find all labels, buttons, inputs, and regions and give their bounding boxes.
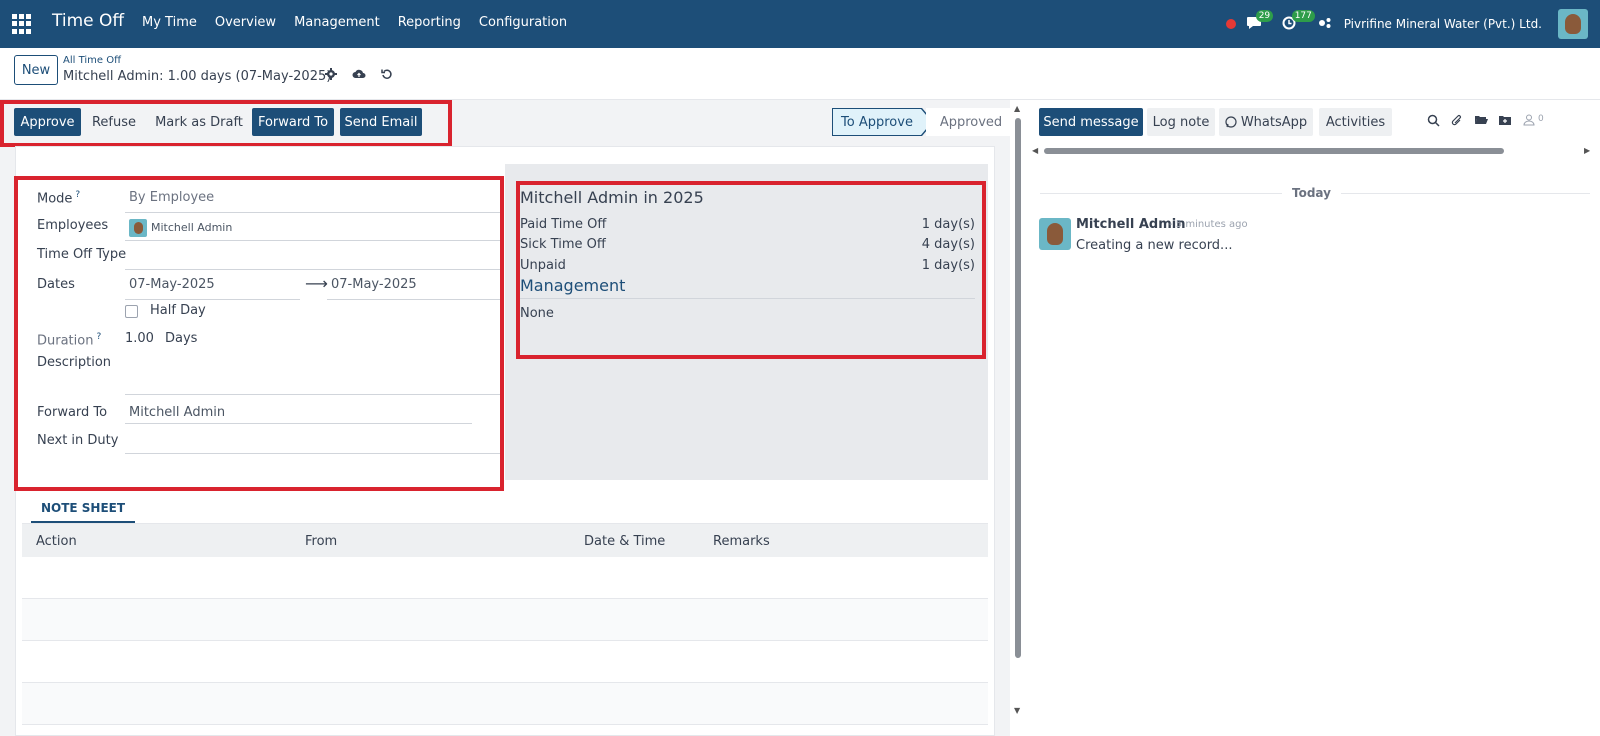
cloud-save-icon[interactable] [352,68,366,82]
messages-badge: 29 [1255,10,1274,22]
col-action[interactable]: Action [36,534,77,549]
note-sheet-header: Action From Date & Time Remarks [22,523,988,557]
col-from[interactable]: From [305,534,337,549]
search-icon[interactable] [1426,114,1440,128]
control-panel: New All Time Off Mitchell Admin: 1.00 da… [0,48,1600,100]
menu-management[interactable]: Management [294,15,380,30]
highlight-box-fields [14,176,504,491]
menu-reporting[interactable]: Reporting [398,15,461,30]
allocation-summary: Mitchell Admin in 2025 Paid Time Off 1 da… [505,164,988,480]
followers-user-icon[interactable] [1522,114,1536,128]
gear-icon[interactable] [324,68,338,82]
paperclip-icon[interactable] [1450,114,1464,128]
record-actions [324,68,408,82]
scroll-right-icon[interactable]: ▶ [1584,146,1590,155]
breadcrumb-parent[interactable]: All Time Off [63,55,121,66]
scroll-up-icon[interactable]: ▲ [1014,104,1020,113]
table-row [22,641,988,683]
message-author-avatar[interactable] [1039,218,1071,250]
scrollbar-thumb[interactable] [1015,118,1021,658]
message-time: - 5 minutes ago [1169,219,1248,230]
status-dot-icon [1225,19,1236,29]
menu-overview[interactable]: Overview [215,15,276,30]
discard-undo-icon[interactable] [380,68,394,82]
hscroll-thumb[interactable] [1044,148,1504,154]
status-bar: Approve Refuse Mark as Draft Forward To … [0,100,1016,147]
user-avatar[interactable] [1558,9,1588,39]
breadcrumb-current: Mitchell Admin: 1.00 days (07-May-2025) [63,69,332,84]
company-name[interactable]: Pivrifine Mineral Water (Pvt.) Ltd. [1344,17,1542,31]
table-row [22,599,988,641]
whatsapp-button[interactable]: WhatsApp [1219,108,1313,136]
chatter-panel: Send message Log note WhatsApp Activitie… [1024,100,1600,736]
top-menu: My Time Overview Management Reporting Co… [142,15,585,30]
tab-note-sheet[interactable]: NOTE SHEET [31,496,135,523]
activities-button[interactable]: Activities [1319,108,1392,136]
followers-count: 0 [1538,114,1544,124]
activities-clock-icon[interactable]: 177 [1282,10,1315,32]
chatter-tools: 0 [1426,114,1544,128]
activities-badge: 177 [1291,10,1315,22]
message-body: Creating a new record... [1076,238,1233,253]
form-view: Approve Refuse Mark as Draft Forward To … [0,100,1016,736]
table-row [22,683,988,725]
date-separator-label: Today [1282,186,1341,200]
top-navbar: Time Off My Time Overview Management Rep… [0,0,1600,48]
messages-icon[interactable]: 29 [1246,10,1274,32]
chatter-hscrollbar[interactable]: ◀ ▶ [1032,146,1590,156]
stage-approved[interactable]: Approved [926,108,1016,136]
company-switch-icon[interactable] [1318,17,1334,31]
scroll-left-icon[interactable]: ◀ [1032,146,1038,155]
new-button[interactable]: New [14,55,58,85]
table-row [22,557,988,599]
app-title[interactable]: Time Off [52,11,124,31]
log-note-button[interactable]: Log note [1147,108,1215,136]
form-scrollbar[interactable]: ▲ ▼ [1013,102,1023,736]
apps-grid-icon[interactable] [12,14,32,34]
highlight-box-actions [0,100,452,147]
folder-plus-icon[interactable] [1498,114,1512,128]
systray: 29 177 Pivrifine Mineral Water (Pvt.) Lt… [1225,0,1600,48]
folder-open-icon[interactable] [1474,114,1488,128]
scroll-down-icon[interactable]: ▼ [1014,706,1020,715]
send-message-button[interactable]: Send message [1039,108,1143,136]
menu-my-time[interactable]: My Time [142,15,197,30]
col-remarks[interactable]: Remarks [713,534,770,549]
highlight-box-summary [516,181,986,359]
stage-to-approve[interactable]: To Approve [832,108,922,136]
menu-configuration[interactable]: Configuration [479,15,567,30]
col-date-time[interactable]: Date & Time [584,534,665,549]
whatsapp-icon [1225,116,1237,128]
